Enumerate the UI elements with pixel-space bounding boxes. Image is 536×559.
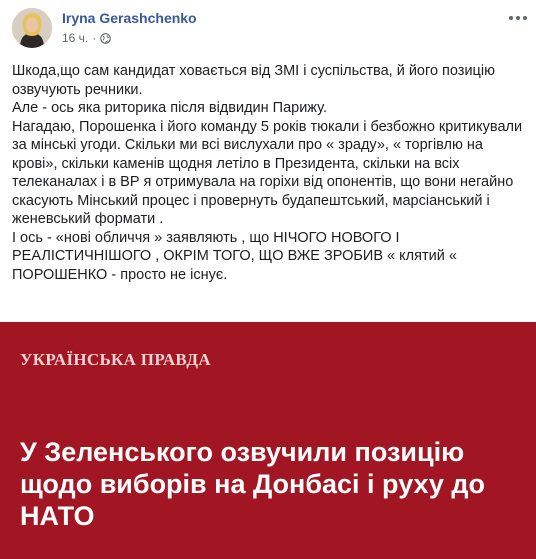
globe-icon[interactable]	[100, 32, 112, 44]
post-paragraph: Нагадаю, Порошенка і його команду 5 рокі…	[12, 118, 523, 228]
more-options-button[interactable]	[506, 8, 530, 28]
source-logo: УКРАЇНСЬКА ПРАВДА	[20, 350, 211, 369]
meta-separator: ·	[92, 31, 97, 45]
more-options-icon	[509, 16, 513, 20]
post-timestamp[interactable]: 16 ч.	[62, 31, 88, 45]
avatar-photo	[12, 8, 52, 48]
link-preview[interactable]: УКРАЇНСЬКА ПРАВДА У Зеленського озвучили…	[0, 322, 536, 559]
post-header: Iryna Gerashchenko 16 ч. ·	[0, 0, 536, 58]
post-text: Шкода,що сам кандидат ховається від ЗМІ …	[12, 62, 532, 284]
post-paragraph: І ось - «нові обличчя » заявляють , що Н…	[12, 229, 457, 283]
post-paragraph: Шкода,що сам кандидат ховається від ЗМІ …	[12, 63, 495, 98]
post-paragraph: Але - ось яка риторика після відвидин Па…	[12, 100, 327, 116]
author-name[interactable]: Iryna Gerashchenko	[62, 10, 197, 26]
avatar[interactable]	[12, 8, 52, 48]
post-meta: 16 ч. ·	[62, 31, 112, 45]
preview-headline[interactable]: У Зеленського озвучили позицію щодо вибо…	[20, 436, 520, 532]
